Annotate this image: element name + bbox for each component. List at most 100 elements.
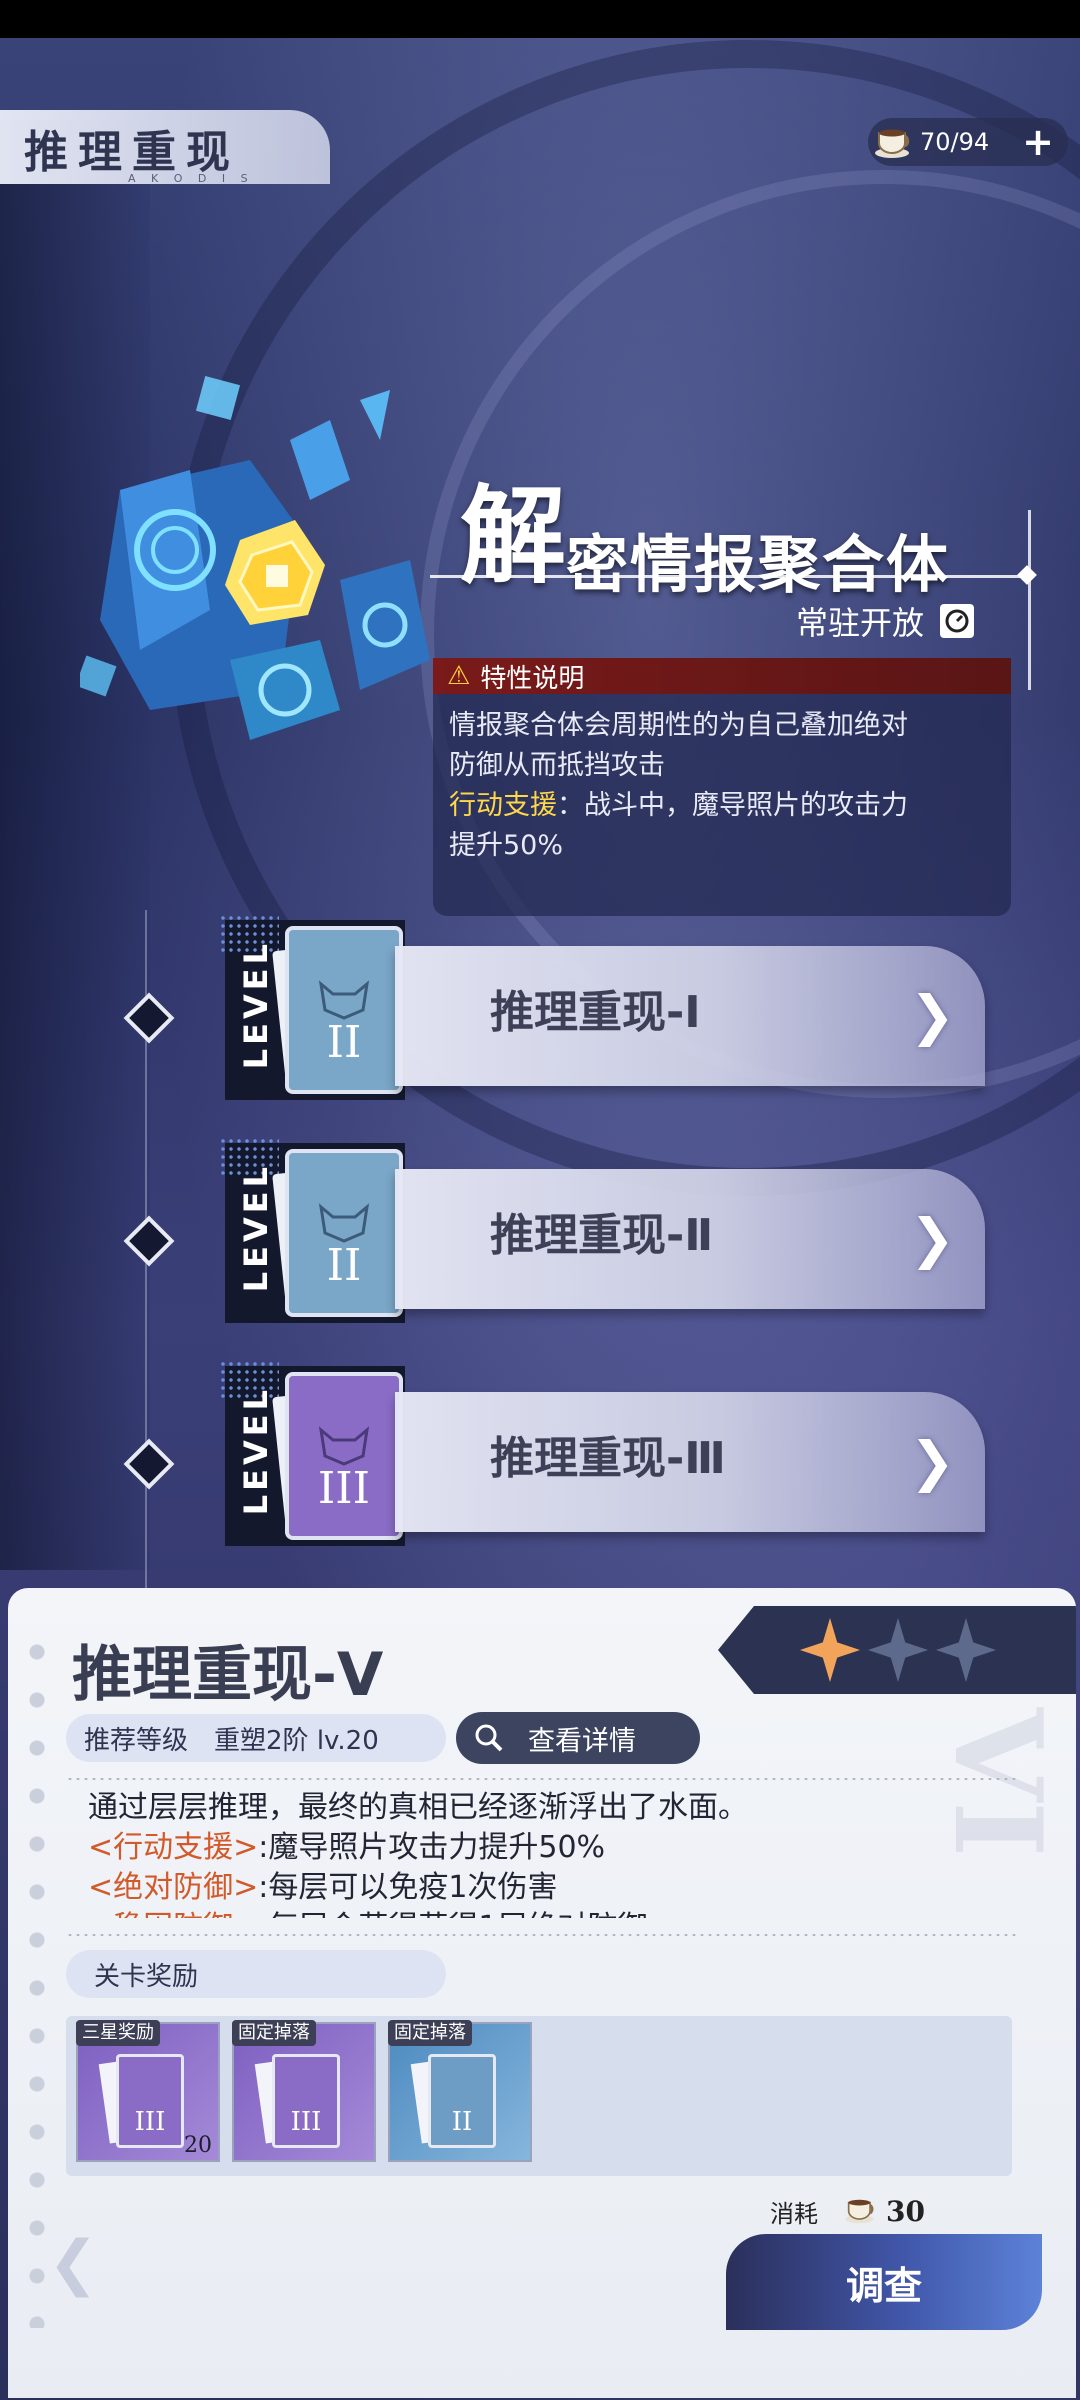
- recommended-level-label: 推荐等级: [84, 1725, 189, 1756]
- stage-title: 推理重现-V: [72, 1640, 384, 1710]
- boss-title-rest: 密情报聚合体: [566, 528, 951, 601]
- desc-text: :每层可以免疫1次伤害: [258, 1870, 558, 1905]
- level-label: 推理重现-Ⅱ: [490, 1210, 714, 1261]
- notebook-holes: [22, 1628, 52, 2328]
- game-screen: 推理重现 A K O D I S 70/94 + 解密情报聚合体 常驻开放 ⚠ …: [0, 0, 1080, 2400]
- warning-icon: ⚠: [447, 661, 471, 691]
- level-card: II: [285, 926, 403, 1094]
- level-row-2[interactable]: LEVEL II 推理重现-Ⅱ ❯: [215, 1133, 1015, 1373]
- reward-item[interactable]: III 三星奖励 20: [76, 2020, 220, 2162]
- level-side-text: LEVEL: [237, 1163, 275, 1293]
- stage-detail-panel: VI 推理重现-V 推荐等级 重塑2阶 lv.20 查看详情 通过层层推理，最终…: [8, 1588, 1076, 2398]
- reward-tag: 三星奖励: [76, 2020, 160, 2046]
- stage-description[interactable]: 通过层层推理，最终的真相已经逐渐浮出了水面。 <行动支援>:魔导照片攻击力提升5…: [88, 1788, 988, 1918]
- page-title: 推理重现: [24, 127, 240, 178]
- reward-item[interactable]: II 固定掉落: [388, 2020, 532, 2162]
- level-card-art: LEVEL III: [219, 1360, 405, 1546]
- feature-description-box: ⚠ 特性说明 情报聚合体会周期性的为自己叠加绝对 防御从而抵挡攻击 行动支援：战…: [433, 658, 1011, 916]
- recommended-level: 推荐等级 重塑2阶 lv.20: [66, 1714, 446, 1762]
- desc-line: <稳固防御>:每层会获得获得1层绝对防御: [88, 1908, 988, 1918]
- star-filled-icon: [800, 1618, 860, 1682]
- status-bar: [0, 0, 1080, 38]
- reward-item[interactable]: III 固定掉落: [232, 2020, 376, 2162]
- open-status: 常驻开放: [796, 598, 975, 644]
- level-banner[interactable]: 推理重现-Ⅲ ❯: [395, 1392, 985, 1532]
- reward-numeral: III: [290, 2107, 322, 2137]
- reward-tag: 固定掉落: [388, 2020, 472, 2046]
- feature-text-line: 情报聚合体会周期性的为自己叠加绝对: [449, 710, 908, 741]
- reward-card: II: [428, 2054, 496, 2148]
- title-divider: [430, 575, 1030, 578]
- title-vertical-divider: [1028, 510, 1031, 690]
- star-rating: [718, 1606, 1076, 1694]
- rewards-list: III 三星奖励 20 III 固定掉落 II 固定掉落: [66, 2016, 1012, 2176]
- page-subtitle: A K O D I S: [128, 172, 254, 185]
- coffee-cup-icon: [872, 122, 916, 162]
- level-banner[interactable]: 推理重现-Ⅱ ❯: [395, 1169, 985, 1309]
- desc-tag: <绝对防御>: [88, 1870, 259, 1905]
- desc-line: 通过层层推理，最终的真相已经逐渐浮出了水面。: [88, 1790, 748, 1825]
- level-side-text: LEVEL: [237, 940, 275, 1070]
- level-card-art: LEVEL II: [219, 1137, 405, 1323]
- view-details-label: 查看详情: [528, 1725, 636, 1757]
- level-row-1[interactable]: LEVEL II 推理重现-Ⅰ ❯: [215, 910, 1015, 1150]
- open-status-text: 常驻开放: [796, 604, 925, 642]
- stage-rewards-header: 关卡奖励: [66, 1950, 446, 1998]
- cat-emblem-icon: [318, 980, 370, 1020]
- reward-tag: 固定掉落: [232, 2020, 316, 2046]
- stamina-cost: 消耗 30: [770, 2194, 925, 2229]
- divider: [66, 1778, 1016, 1780]
- reward-numeral: II: [451, 2107, 473, 2137]
- level-label: 推理重现-Ⅲ: [490, 1433, 726, 1484]
- divider: [66, 1934, 1016, 1936]
- level-side-text: LEVEL: [237, 1386, 275, 1516]
- level-banner[interactable]: 推理重现-Ⅰ ❯: [395, 946, 985, 1086]
- feature-text-line: 提升50%: [449, 830, 564, 861]
- desc-tag: <行动支援>: [88, 1830, 259, 1865]
- cat-emblem-icon: [318, 1426, 370, 1466]
- feature-text-rest: ：战斗中，魔导照片的攻击力: [557, 790, 908, 821]
- recommended-level-value: 重塑2阶 lv.20: [214, 1725, 379, 1756]
- desc-line: <绝对防御>:每层可以免疫1次伤害: [88, 1868, 988, 1908]
- level-card: III: [285, 1372, 403, 1540]
- background-pillar: [0, 120, 150, 1570]
- investigate-button[interactable]: 调查: [726, 2234, 1042, 2330]
- stage-rewards-label: 关卡奖励: [94, 1961, 199, 1992]
- clock-icon: [940, 604, 975, 638]
- star-empty-icon: [868, 1618, 928, 1682]
- feature-text-line: 行动支援：战斗中，魔导照片的攻击力: [449, 786, 995, 826]
- cost-value: 30: [886, 2195, 925, 2228]
- level-label: 推理重现-Ⅰ: [490, 987, 701, 1038]
- boss-title-first-char: 解: [460, 473, 566, 598]
- back-arrow-icon[interactable]: ❮: [48, 2228, 98, 2298]
- plus-icon[interactable]: +: [1022, 123, 1054, 161]
- cost-label: 消耗: [770, 2200, 818, 2228]
- stamina-counter[interactable]: 70/94 +: [868, 118, 1068, 166]
- boss-title: 解密情报聚合体: [460, 450, 950, 604]
- chevron-right-icon: ❯: [909, 1207, 955, 1270]
- page-title-banner: 推理重现 A K O D I S: [0, 110, 330, 185]
- feature-highlight: 行动支援: [449, 790, 557, 821]
- desc-line: <行动支援>:魔导照片攻击力提升50%: [88, 1828, 988, 1868]
- stamina-value: 70/94: [920, 128, 990, 156]
- feature-text-line: 防御从而抵挡攻击: [449, 750, 665, 781]
- desc-text: :每层会获得获得1层绝对防御: [258, 1910, 647, 1918]
- coffee-cup-icon: [844, 2196, 878, 2228]
- investigate-label: 调查: [845, 2262, 922, 2308]
- card-numeral: II: [326, 1240, 362, 1291]
- level-card-art: LEVEL II: [219, 914, 405, 1100]
- search-icon: [475, 1724, 503, 1752]
- chevron-right-icon: ❯: [909, 984, 955, 1047]
- card-numeral: II: [326, 1017, 362, 1068]
- level-row-3[interactable]: LEVEL III 推理重现-Ⅲ ❯: [215, 1356, 1015, 1596]
- reward-card: III: [272, 2054, 340, 2148]
- feature-header: ⚠ 特性说明: [433, 658, 1011, 694]
- reward-card: III: [116, 2054, 184, 2148]
- view-details-button[interactable]: 查看详情: [456, 1712, 700, 1764]
- level-card: II: [285, 1149, 403, 1317]
- desc-text: :魔导照片攻击力提升50%: [258, 1830, 606, 1865]
- reward-quantity: 20: [184, 2133, 212, 2158]
- chevron-right-icon: ❯: [909, 1430, 955, 1493]
- reward-numeral: III: [134, 2107, 166, 2137]
- cat-emblem-icon: [318, 1203, 370, 1243]
